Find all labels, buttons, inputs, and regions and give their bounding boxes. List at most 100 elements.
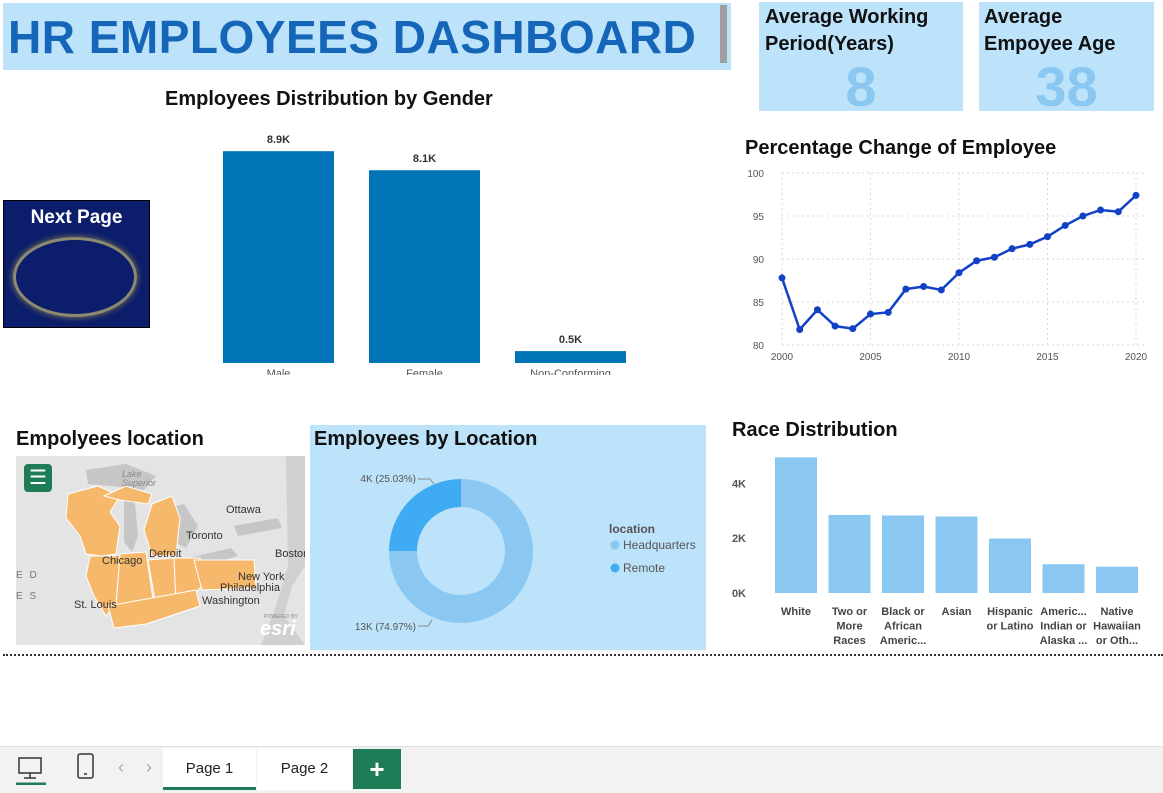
percentage-line-chart: 80 85 90 95 100 2000 2005 2010 2015 2020 — [747, 169, 1148, 363]
gender-bar — [223, 151, 334, 363]
gender-bar-chart: 8.9K Male 8.1K Female 0.5K Non-Conforming — [223, 134, 626, 375]
next-page-arrow-icon[interactable]: › — [146, 757, 152, 778]
title-scrollbar[interactable] — [720, 5, 727, 63]
map-label: Lake Superior — [122, 469, 157, 488]
esri-logo: esri — [260, 618, 296, 640]
map-menu-icon[interactable]: ☰ — [24, 464, 52, 492]
line-chart-title: Percentage Change of Employee — [745, 137, 1057, 159]
map-label: Detroit — [149, 548, 182, 560]
map-label: E D — [16, 570, 39, 581]
employee-location-map[interactable]: ☰ Lake Superior Ottawa Toronto Chicago D… — [16, 456, 305, 645]
race-y-tick: 4K — [732, 478, 746, 490]
race-bar-chart: 0K 2K 4K White Two or More Races Black or Africa… — [732, 457, 1141, 647]
race-category-label: White — [781, 606, 811, 618]
line-x-tick: 2020 — [1125, 352, 1148, 363]
kpi-card-working-period: Average Working Period(Years) 8 — [759, 2, 963, 118]
race-bar — [1096, 566, 1138, 593]
line-point — [920, 283, 928, 291]
line-point — [1079, 212, 1087, 220]
donut-data-label: 4K (25.03%) — [360, 474, 416, 485]
race-category-label: African — [884, 621, 922, 633]
line-point — [990, 253, 998, 261]
line-x-tick: 2005 — [859, 352, 882, 363]
line-y-tick: 100 — [747, 169, 764, 180]
race-category-label: Asian — [942, 606, 972, 618]
map-label: E S — [16, 591, 39, 602]
glow-ellipse-icon — [13, 237, 137, 317]
prev-page-arrow-icon[interactable]: ‹ — [118, 757, 124, 778]
gender-category-label: Female — [406, 368, 443, 375]
race-bar — [828, 514, 871, 593]
race-bar — [1042, 564, 1085, 593]
desktop-view-icon[interactable] — [16, 755, 46, 786]
line-point — [1114, 208, 1122, 216]
line-x-tick: 2010 — [948, 352, 971, 363]
add-page-button[interactable]: + — [353, 749, 401, 789]
line-point — [1097, 206, 1105, 214]
race-category-label: More — [836, 621, 862, 633]
line-y-tick: 90 — [753, 255, 765, 266]
race-category-label: or Oth... — [1096, 635, 1138, 647]
race-category-label: Two or — [832, 606, 868, 618]
donut-leader-line — [418, 478, 435, 485]
race-category-label: Black or — [881, 606, 925, 618]
race-category-label: Alaska ... — [1040, 635, 1088, 647]
line-point — [849, 325, 857, 333]
race-bar — [882, 515, 924, 593]
line-point — [1132, 191, 1140, 199]
gender-category-label: Non-Conforming — [530, 368, 611, 375]
line-y-tick: 85 — [753, 298, 765, 309]
map-label: Toronto — [186, 530, 223, 542]
race-category-label: Americ... — [1040, 606, 1086, 618]
map-label: Washington — [202, 595, 260, 607]
donut-chart-title: Employees by Location — [314, 428, 538, 450]
map-label: St. Louis — [74, 599, 117, 611]
line-point — [955, 269, 963, 277]
line-point — [1026, 240, 1034, 248]
line-x-tick: 2015 — [1036, 352, 1059, 363]
line-point — [813, 306, 821, 314]
donut-legend-label: Headquarters — [623, 538, 696, 552]
donut-slice-remote — [389, 479, 462, 551]
line-y-tick: 95 — [753, 212, 765, 223]
kpi-label: Average Empoyee Age — [984, 6, 1116, 55]
race-y-tick: 0K — [732, 588, 746, 600]
kpi-label: Average Working Period(Years) — [765, 6, 929, 55]
gender-data-label: 8.1K — [413, 153, 436, 165]
line-point — [937, 286, 945, 294]
race-chart-title: Race Distribution — [732, 419, 898, 441]
race-bar — [775, 457, 817, 593]
map-label: Philadelphia — [220, 582, 280, 594]
race-category-label: Native — [1100, 606, 1133, 618]
kpi-card-employee-age: Average Empoyee Age 38 — [979, 2, 1154, 118]
donut-data-label: 13K (74.97%) — [355, 622, 416, 633]
mobile-view-icon[interactable] — [76, 753, 96, 781]
race-bar — [935, 516, 978, 593]
donut-legend-marker — [610, 540, 620, 550]
dashboard-title: HR EMPLOYEES DASHBOARD — [8, 11, 697, 63]
map-label: Ottawa — [226, 504, 261, 516]
gender-bar — [369, 170, 480, 363]
donut-legend-title: location — [609, 522, 655, 536]
race-category-label: Races — [833, 635, 865, 647]
line-point — [884, 308, 892, 316]
line-point — [973, 257, 981, 265]
line-x-tick: 2000 — [771, 352, 794, 363]
race-category-label: or Latino — [986, 621, 1033, 633]
donut-legend-marker — [610, 563, 620, 573]
map-label: Chicago — [102, 555, 143, 567]
kpi-value: 38 — [1035, 55, 1098, 118]
race-y-tick: 2K — [732, 533, 746, 545]
gender-chart-title: Employees Distribution by Gender — [165, 88, 493, 110]
line-point — [1008, 245, 1016, 253]
line-point — [867, 310, 874, 318]
donut-leader-line — [418, 619, 433, 627]
race-category-label: Americ... — [880, 635, 926, 647]
line-point — [902, 285, 910, 293]
gender-data-label: 0.5K — [559, 334, 582, 346]
next-page-button[interactable]: Next Page — [3, 200, 150, 328]
map-title: Empolyees location — [16, 428, 204, 450]
kpi-value: 8 — [845, 55, 877, 118]
tab-page-2[interactable]: Page 2 — [257, 748, 352, 790]
tab-page-1[interactable]: Page 1 — [163, 748, 256, 790]
